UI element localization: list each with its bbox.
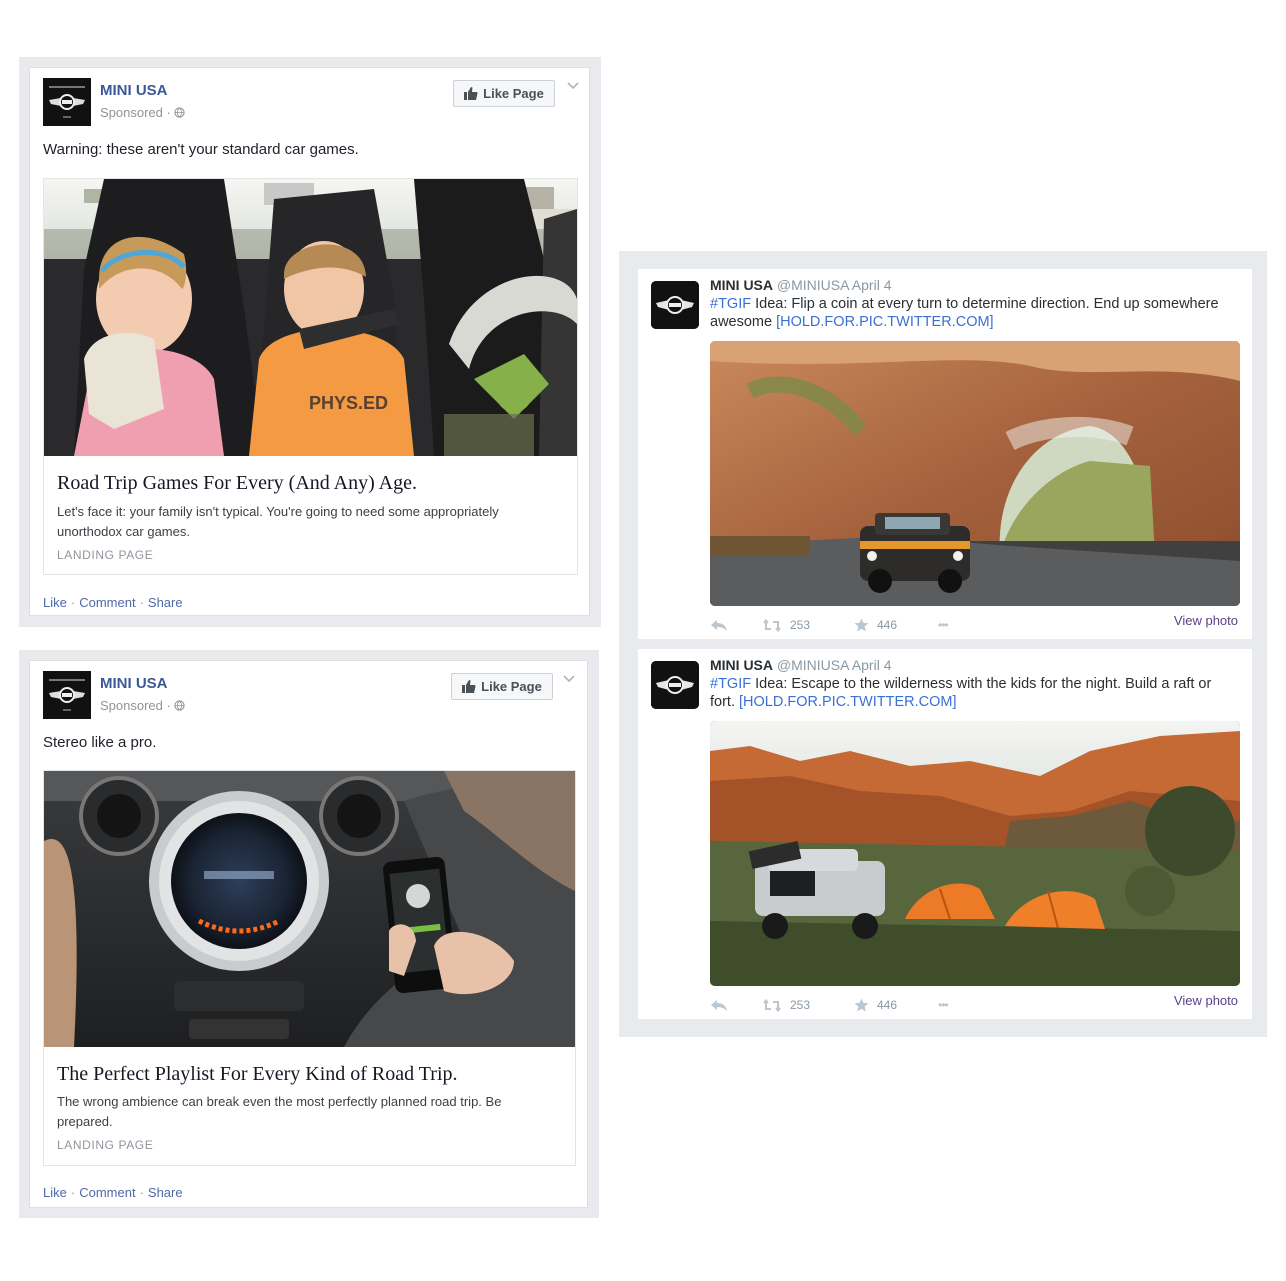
like-page-label: Like Page — [483, 86, 544, 101]
post-actions: Like · Comment · Share — [43, 595, 183, 610]
share-link[interactable]: Share — [148, 1185, 183, 1200]
sponsored-label: Sponsored · — [100, 698, 186, 713]
pic-link[interactable]: [HOLD.FOR.PIC.TWITTER.COM] — [776, 314, 994, 330]
post-message: Stereo like a pro. — [43, 734, 157, 751]
mini-wings-logo-icon — [43, 671, 91, 719]
like-page-button[interactable]: Like Page — [453, 80, 555, 107]
link-title[interactable]: Road Trip Games For Every (And Any) Age. — [57, 472, 417, 495]
tweet-avatar[interactable] — [651, 281, 699, 329]
link-title[interactable]: The Perfect Playlist For Every Kind of R… — [57, 1063, 458, 1086]
pic-link[interactable]: [HOLD.FOR.PIC.TWITTER.COM] — [739, 694, 957, 710]
page-avatar[interactable] — [43, 78, 91, 126]
mini-wings-logo-icon — [43, 78, 91, 126]
retweet-button[interactable]: 253 — [762, 618, 854, 632]
post-photo[interactable] — [44, 771, 575, 1047]
retweet-icon — [763, 998, 781, 1012]
star-icon — [854, 618, 869, 632]
link-caption: LANDING PAGE — [57, 1138, 154, 1152]
chevron-down-icon[interactable] — [563, 671, 575, 686]
hashtag-link[interactable]: #TGIF — [710, 676, 751, 692]
reply-icon — [711, 619, 727, 631]
more-dots-icon[interactable]: ••• — [938, 998, 949, 1012]
link-description: Let's face it: your family isn't typical… — [57, 504, 499, 539]
post-message: Warning: these aren't your standard car … — [43, 141, 359, 158]
sponsored-text: Sponsored · — [100, 698, 171, 713]
facebook-post-frame: MINI USA Sponsored · Like Page Warning: … — [19, 57, 601, 627]
shirt-text: PHYS.ED — [309, 393, 388, 413]
favorite-count: 446 — [877, 618, 898, 632]
facebook-post: MINI USA Sponsored · Like Page Stereo li… — [29, 660, 588, 1208]
hashtag-link[interactable]: #TGIF — [710, 296, 751, 312]
chevron-down-icon[interactable] — [567, 78, 579, 93]
like-page-button[interactable]: Like Page — [451, 673, 553, 700]
retweet-count: 253 — [790, 998, 811, 1012]
post-actions: Like · Comment · Share — [43, 1185, 183, 1200]
sponsored-text: Sponsored · — [100, 105, 171, 120]
share-link[interactable]: Share — [148, 595, 183, 610]
retweet-button[interactable]: 253 — [762, 998, 854, 1012]
rock-arch-car-photo — [710, 341, 1240, 606]
page-name[interactable]: MINI USA — [100, 82, 168, 99]
reply-button[interactable] — [710, 619, 762, 632]
comment-link[interactable]: Comment — [79, 1185, 135, 1200]
thumbs-up-icon — [464, 87, 478, 100]
tweet-photo[interactable] — [710, 341, 1240, 606]
mini-wings-logo-icon — [651, 661, 699, 709]
globe-icon — [174, 107, 186, 118]
favorite-button[interactable]: 446 — [854, 998, 938, 1012]
facebook-post-frame: MINI USA Sponsored · Like Page Stereo li… — [19, 650, 599, 1218]
thumbs-up-icon — [462, 680, 476, 693]
tweet-date[interactable]: April 4 — [852, 657, 892, 673]
link-preview[interactable]: PHYS.ED Road Trip Games For Every (And A… — [43, 178, 578, 575]
kids-in-car-photo: PHYS.ED — [44, 179, 577, 456]
tweet-header: MINI USA @MINIUSA April 4 — [710, 277, 891, 293]
comment-link[interactable]: Comment — [79, 595, 135, 610]
favorite-button[interactable]: 446 — [854, 618, 938, 632]
view-photo-link[interactable]: View photo — [1174, 993, 1238, 1008]
retweet-icon — [763, 618, 781, 632]
like-link[interactable]: Like — [43, 1185, 67, 1200]
reply-icon — [711, 999, 727, 1011]
facebook-post: MINI USA Sponsored · Like Page Warning: … — [29, 67, 590, 616]
mini-wings-logo-icon — [651, 281, 699, 329]
view-photo-link[interactable]: View photo — [1174, 613, 1238, 628]
sponsored-label: Sponsored · — [100, 105, 186, 120]
page-avatar[interactable] — [43, 671, 91, 719]
tweet-author-name[interactable]: MINI USA — [710, 277, 773, 293]
like-link[interactable]: Like — [43, 595, 67, 610]
retweet-count: 253 — [790, 618, 811, 632]
reply-button[interactable] — [710, 999, 762, 1012]
tweet-handle[interactable]: @MINIUSA — [777, 657, 849, 673]
tweet-handle[interactable]: @MINIUSA — [777, 277, 849, 293]
tweet-actions: 253 446 ••• — [710, 998, 949, 1012]
tweet-author-name[interactable]: MINI USA — [710, 657, 773, 673]
page-name[interactable]: MINI USA — [100, 675, 168, 692]
tweet-photo[interactable] — [710, 721, 1240, 986]
link-description: The wrong ambience can break even the mo… — [57, 1094, 502, 1129]
link-preview[interactable]: The Perfect Playlist For Every Kind of R… — [43, 770, 576, 1166]
camping-tents-photo — [710, 721, 1240, 986]
star-icon — [854, 998, 869, 1012]
post-photo[interactable]: PHYS.ED — [44, 179, 577, 456]
favorite-count: 446 — [877, 998, 898, 1012]
car-stereo-phone-photo — [44, 771, 575, 1047]
tweet: MINI USA @MINIUSA April 4 #TGIF Idea: Fl… — [638, 269, 1252, 639]
tweets-frame: MINI USA @MINIUSA April 4 #TGIF Idea: Fl… — [619, 251, 1267, 1037]
tweet-text: #TGIF Idea: Flip a coin at every turn to… — [710, 295, 1230, 331]
globe-icon — [174, 700, 186, 711]
tweet-header: MINI USA @MINIUSA April 4 — [710, 657, 891, 673]
tweet-date[interactable]: April 4 — [852, 277, 892, 293]
like-page-label: Like Page — [481, 679, 542, 694]
more-dots-icon[interactable]: ••• — [938, 618, 949, 632]
tweet-actions: 253 446 ••• — [710, 618, 949, 632]
tweet-avatar[interactable] — [651, 661, 699, 709]
tweet-text: #TGIF Idea: Escape to the wilderness wit… — [710, 675, 1230, 711]
tweet: MINI USA @MINIUSA April 4 #TGIF Idea: Es… — [638, 649, 1252, 1019]
link-caption: LANDING PAGE — [57, 548, 154, 562]
